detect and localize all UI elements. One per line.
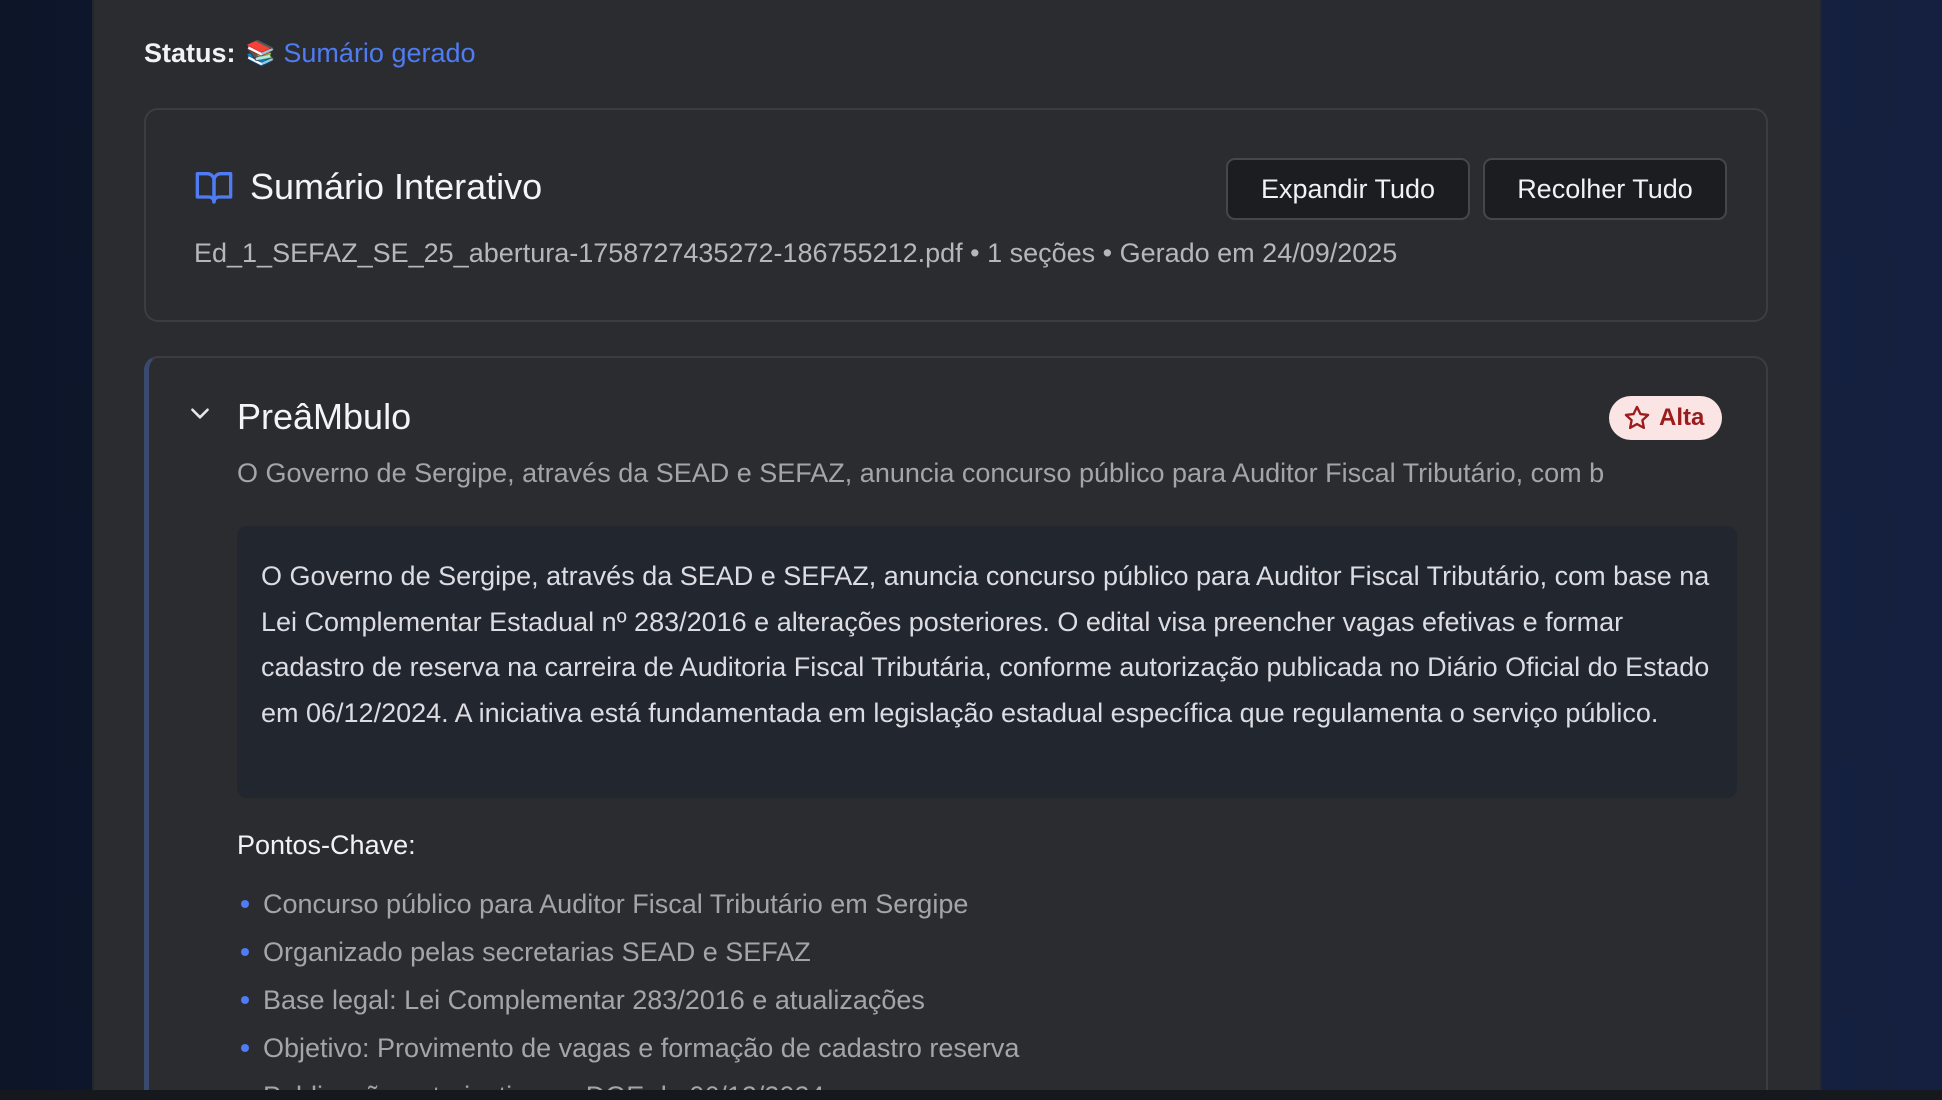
section-preview: O Governo de Sergipe, através da SEAD e … bbox=[237, 458, 1605, 488]
bullet-icon bbox=[241, 948, 249, 956]
key-points-heading: Pontos-Chave: bbox=[237, 830, 416, 860]
bullet-icon bbox=[241, 996, 249, 1004]
bottom-bar bbox=[0, 1090, 1942, 1100]
priority-badge: Alta bbox=[1609, 396, 1723, 440]
summary-header: Sumário Interativo bbox=[194, 166, 542, 208]
section-body: O Governo de Sergipe, através da SEAD e … bbox=[237, 526, 1737, 798]
list-item: Objetivo: Provimento de vagas e formação… bbox=[237, 1024, 1019, 1072]
key-point-text: Publicação autorizativa no DOE de 06/12/… bbox=[263, 1081, 824, 1091]
key-point-text: Base legal: Lei Complementar 283/2016 e … bbox=[263, 984, 925, 1015]
books-icon: 📚 bbox=[245, 40, 276, 67]
summary-card: Sumário Interativo Expandir Tudo Recolhe… bbox=[144, 108, 1768, 322]
status-value[interactable]: Sumário gerado bbox=[283, 38, 475, 69]
key-points-list: Concurso público para Auditor Fiscal Tri… bbox=[237, 880, 1019, 1090]
star-icon bbox=[1623, 404, 1651, 432]
status-line: Status: 📚 Sumário gerado bbox=[144, 38, 476, 69]
summary-title: Sumário Interativo bbox=[250, 166, 543, 207]
bullet-icon bbox=[241, 1044, 249, 1052]
priority-label: Alta bbox=[1659, 404, 1705, 431]
section-title[interactable]: PreâMbulo bbox=[237, 396, 411, 438]
list-item: Concurso público para Auditor Fiscal Tri… bbox=[237, 880, 1019, 928]
main-panel: Status: 📚 Sumário gerado Sumário Interat… bbox=[92, 0, 1822, 1090]
expand-all-button[interactable]: Expandir Tudo bbox=[1226, 158, 1470, 220]
list-item: Publicação autorizativa no DOE de 06/12/… bbox=[237, 1072, 1019, 1091]
section-card: PreâMbulo Alta O Governo de Sergipe, atr… bbox=[144, 356, 1768, 1090]
chevron-down-icon[interactable] bbox=[187, 400, 213, 431]
key-point-text: Organizado pelas secretarias SEAD e SEFA… bbox=[263, 936, 811, 967]
list-item: Organizado pelas secretarias SEAD e SEFA… bbox=[237, 928, 1019, 976]
summary-meta: Ed_1_SEFAZ_SE_25_abertura-1758727435272-… bbox=[194, 238, 1398, 268]
key-point-text: Objetivo: Provimento de vagas e formação… bbox=[263, 1032, 1020, 1063]
bullet-icon bbox=[241, 900, 249, 908]
list-item: Base legal: Lei Complementar 283/2016 e … bbox=[237, 976, 1019, 1024]
open-book-icon bbox=[194, 167, 234, 207]
key-point-text: Concurso público para Auditor Fiscal Tri… bbox=[263, 888, 969, 919]
collapse-all-button[interactable]: Recolher Tudo bbox=[1483, 158, 1727, 220]
status-label: Status: bbox=[144, 38, 236, 68]
